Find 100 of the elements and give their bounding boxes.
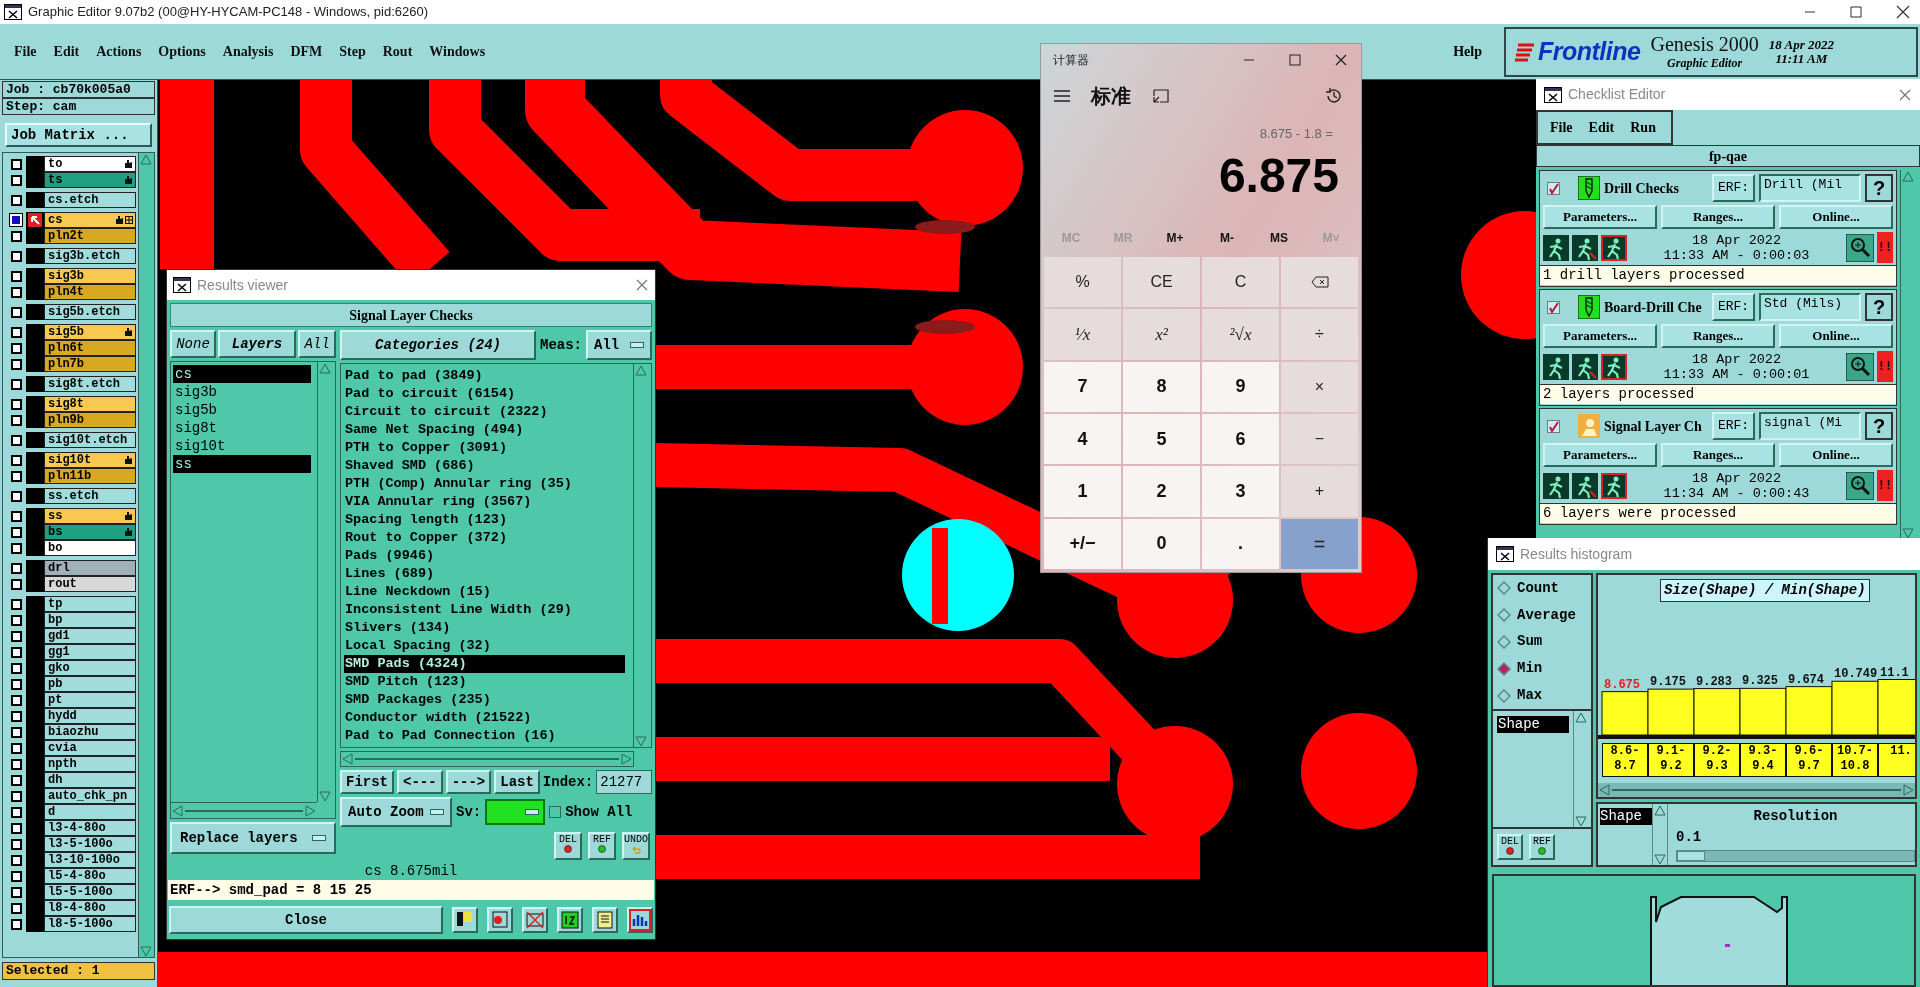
calculator-key[interactable]: +: [1281, 466, 1358, 517]
navigation-button[interactable]: Last: [494, 770, 540, 794]
category-item[interactable]: Same Net Spacing (494): [344, 421, 625, 439]
toolbar-button[interactable]: [452, 907, 478, 933]
layer-checkbox[interactable]: [10, 470, 22, 482]
menu-item[interactable]: DFM: [290, 41, 323, 62]
layer-list-item[interactable]: sig5b: [173, 401, 311, 419]
calculator-key[interactable]: ¹⁄x: [1044, 309, 1121, 360]
layer-cell[interactable]: hydd: [44, 708, 136, 724]
menu-item[interactable]: File: [14, 41, 37, 62]
category-item[interactable]: Inconsistent Line Width (29): [344, 601, 625, 619]
scroll-up-arrow-icon[interactable]: [1574, 711, 1588, 723]
scrollbar-thumb[interactable]: [355, 758, 619, 760]
layer-checkbox[interactable]: [10, 726, 22, 738]
layer-cell[interactable]: cs.etch: [44, 192, 136, 208]
menu-item[interactable]: Edit: [53, 41, 80, 62]
scroll-right-arrow-icon[interactable]: [1903, 784, 1915, 796]
run-stop-icon[interactable]: [1601, 353, 1627, 380]
calculator-key[interactable]: 6: [1202, 414, 1279, 465]
layer-cell[interactable]: gd1: [44, 628, 136, 644]
zoom-mode-dropdown[interactable]: Auto Zoom: [340, 797, 452, 827]
history-icon[interactable]: [1325, 87, 1343, 105]
layer-checkbox[interactable]: [10, 646, 22, 658]
replace-mode-dropdown[interactable]: Replace layers: [170, 822, 336, 854]
filter-button[interactable]: All: [298, 330, 336, 358]
action-button[interactable]: DEL: [554, 832, 582, 860]
scroll-left-arrow-icon[interactable]: [1598, 784, 1610, 796]
run-partial-icon[interactable]: [1572, 472, 1598, 499]
check-action-button[interactable]: Parameters...: [1543, 205, 1657, 229]
layer-cell[interactable]: pln4t: [44, 284, 136, 300]
zoom-in-icon[interactable]: [1846, 352, 1874, 381]
navigation-button[interactable]: --->: [445, 770, 492, 794]
layer-checkbox[interactable]: [10, 378, 22, 390]
layer-checkbox[interactable]: [10, 526, 22, 538]
category-item[interactable]: Pads (9946): [344, 547, 625, 565]
layer-checkbox[interactable]: [10, 742, 22, 754]
layer-checkbox[interactable]: [10, 854, 22, 866]
layer-checkbox[interactable]: [10, 918, 22, 930]
layer-checkbox[interactable]: [10, 158, 22, 170]
category-item[interactable]: VIA Annular ring (3567): [344, 493, 625, 511]
menu-item[interactable]: Step: [339, 41, 366, 62]
action-button[interactable]: REF: [1529, 834, 1555, 860]
layer-list-item[interactable]: sig3b: [173, 383, 311, 401]
navigation-button[interactable]: First: [340, 770, 394, 794]
calculator-key[interactable]: +/−: [1044, 518, 1121, 569]
vertical-scrollbar[interactable]: [1652, 804, 1668, 865]
layer-cell[interactable]: pln6t: [44, 340, 136, 356]
layer-cell[interactable]: pln11b: [44, 468, 136, 484]
layer-checkbox[interactable]: [10, 286, 22, 298]
layer-cell[interactable]: sig8t: [44, 396, 136, 412]
layer-cell[interactable]: sig5b.etch: [44, 304, 136, 320]
check-action-button[interactable]: Online...: [1779, 443, 1893, 467]
layer-cell[interactable]: sig10t.etch: [44, 432, 136, 448]
category-item[interactable]: Pad to circuit (6154): [344, 385, 625, 403]
calculator-key[interactable]: 0: [1123, 518, 1200, 569]
layer-checkbox[interactable]: [10, 578, 22, 590]
layer-checkbox[interactable]: [10, 270, 22, 282]
layer-cell[interactable]: sig10t: [44, 452, 136, 468]
calculator-key[interactable]: 4: [1044, 414, 1121, 465]
layer-checkbox[interactable]: [10, 510, 22, 522]
layer-checkbox[interactable]: [10, 174, 22, 186]
menu-icon[interactable]: [1053, 89, 1071, 103]
layer-cell[interactable]: rout: [44, 576, 136, 592]
scroll-down-arrow-icon[interactable]: [139, 945, 153, 957]
close-icon[interactable]: [1896, 5, 1910, 19]
memory-button[interactable]: M-: [1201, 222, 1253, 254]
run-partial-icon[interactable]: [1572, 234, 1598, 261]
scroll-up-arrow-icon[interactable]: [634, 364, 648, 376]
category-item[interactable]: Shaved SMD (686): [344, 457, 625, 475]
layer-cell[interactable]: sig8t.etch: [44, 376, 136, 392]
calculator-key[interactable]: 3: [1202, 466, 1279, 517]
layer-checkbox[interactable]: [10, 758, 22, 770]
scroll-down-arrow-icon[interactable]: [1653, 853, 1667, 865]
calculator-key[interactable]: 1: [1044, 466, 1121, 517]
layer-checkbox[interactable]: [10, 454, 22, 466]
memory-button[interactable]: M+: [1149, 222, 1201, 254]
menu-item[interactable]: Rout: [382, 41, 413, 62]
run-stop-icon[interactable]: [1601, 472, 1627, 499]
scroll-down-arrow-icon[interactable]: [634, 735, 648, 747]
calculator-key[interactable]: .: [1202, 518, 1279, 569]
color-dropdown[interactable]: [485, 799, 546, 825]
layer-list-item[interactable]: ss: [173, 455, 311, 473]
scroll-left-arrow-icon[interactable]: [341, 753, 353, 765]
layer-cell[interactable]: l3-4-80o: [44, 820, 136, 836]
scroll-up-arrow-icon[interactable]: [1901, 170, 1915, 182]
scrollbar-thumb[interactable]: [185, 809, 303, 812]
calculator-key[interactable]: C: [1202, 257, 1279, 308]
layer-checkbox[interactable]: [10, 326, 22, 338]
layer-cell[interactable]: ts: [44, 172, 136, 188]
layer-checkbox[interactable]: [10, 630, 22, 642]
category-item[interactable]: Pad to Pad Connection (16): [344, 727, 625, 745]
category-item[interactable]: Conductor width (21522): [344, 709, 625, 727]
checkbox[interactable]: [1547, 419, 1560, 433]
layer-cell[interactable]: auto_chk_pn: [44, 788, 136, 804]
category-item[interactable]: Lines (689): [344, 565, 625, 583]
scroll-right-arrow-icon[interactable]: [621, 753, 633, 765]
layer-cell[interactable]: npth: [44, 756, 136, 772]
layer-cell[interactable]: l8-4-80o: [44, 900, 136, 916]
scroll-right-arrow-icon[interactable]: [305, 804, 317, 817]
check-action-button[interactable]: Ranges...: [1661, 205, 1775, 229]
